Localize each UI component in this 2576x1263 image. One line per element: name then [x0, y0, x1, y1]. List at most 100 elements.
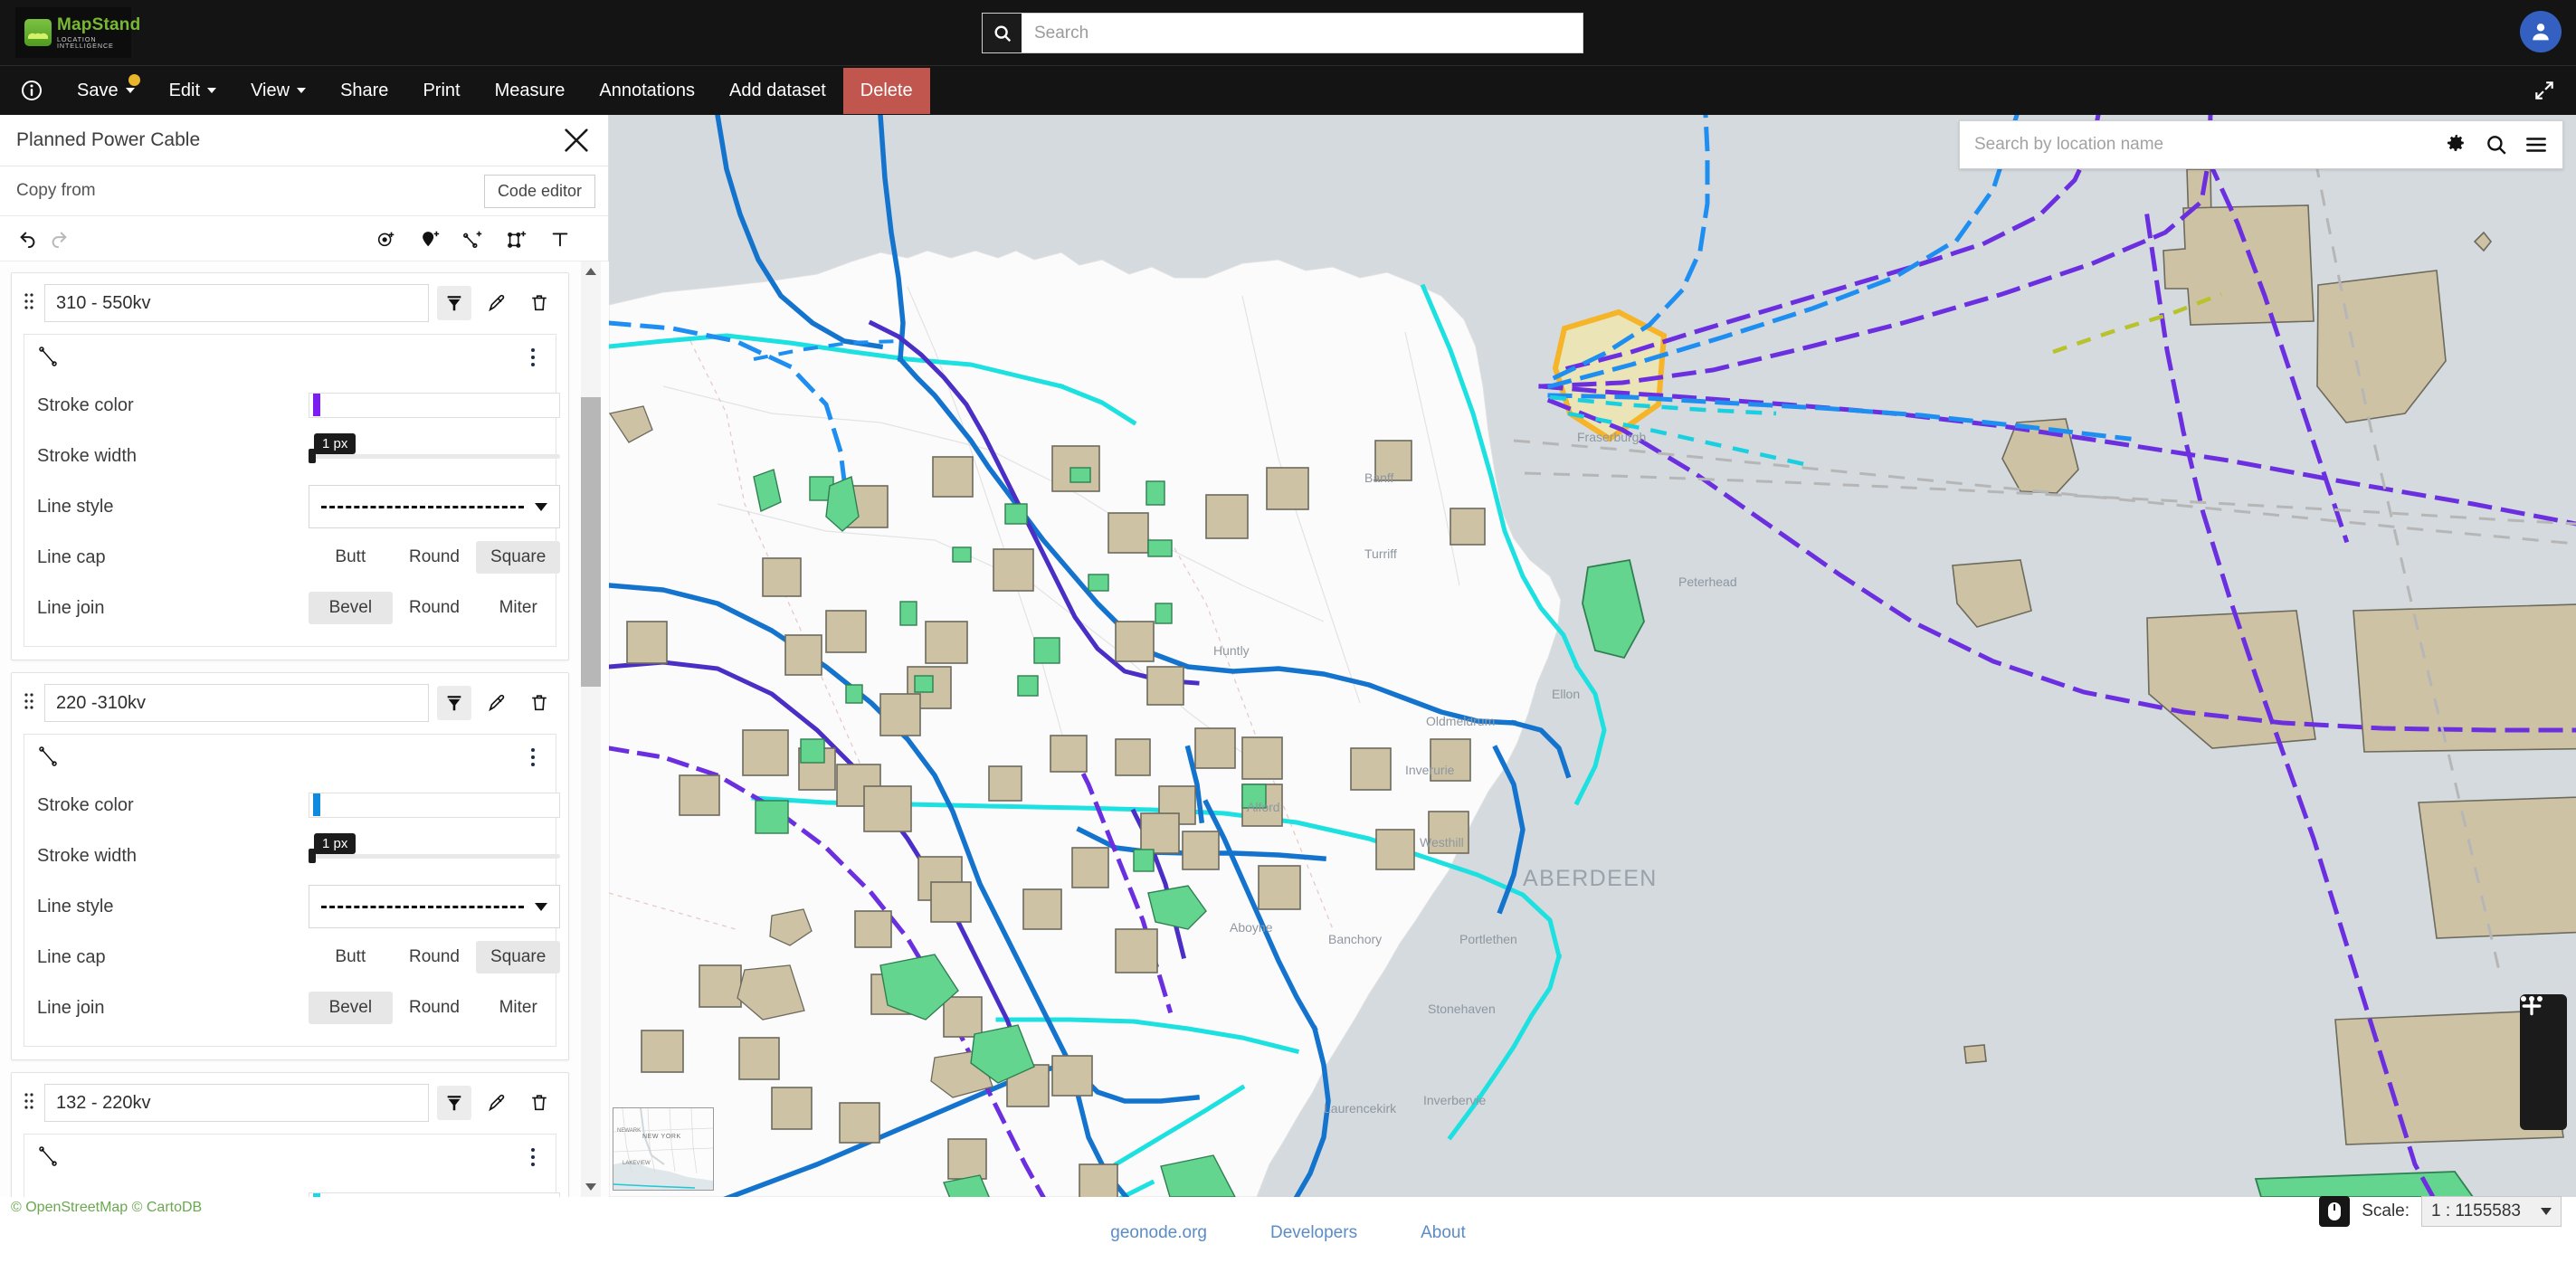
filter-icon[interactable]	[437, 1086, 471, 1120]
layer-name-input[interactable]	[44, 1084, 429, 1122]
map-canvas[interactable]: Banff Fraserburgh Turriff Huntly Peterhead El…	[609, 115, 2576, 1197]
map-location-search	[1959, 120, 2563, 169]
stroke-color-label: Stroke color	[37, 1195, 309, 1198]
layer-list[interactable]: Stroke color Stroke width	[0, 261, 609, 1197]
footer-link-developers[interactable]: Developers	[1270, 1223, 1357, 1243]
add-polygon-icon[interactable]	[501, 223, 532, 254]
footer-link-about[interactable]: About	[1421, 1223, 1466, 1243]
line-join-miter[interactable]: Miter	[476, 992, 560, 1024]
layer-name-input[interactable]	[44, 684, 429, 722]
line-join-label: Line join	[37, 597, 105, 618]
info-icon[interactable]	[16, 75, 47, 106]
stroke-width-slider[interactable]: 1 px	[309, 833, 560, 868]
line-join-round[interactable]: Round	[393, 592, 477, 624]
mouse-icon[interactable]	[2319, 1196, 2351, 1227]
code-editor-button[interactable]: Code editor	[483, 174, 595, 208]
filter-icon[interactable]	[437, 686, 471, 720]
brand-logo[interactable]: MapStand LOCATION INTELLIGENCE	[15, 7, 140, 58]
add-marker-icon[interactable]	[414, 223, 445, 254]
line-cap-butt[interactable]: Butt	[309, 541, 393, 574]
menu-item-annotations[interactable]: Annotations	[582, 73, 712, 109]
scrollbar-thumb[interactable]	[581, 397, 601, 687]
menu-label: Print	[423, 80, 461, 100]
line-style-select[interactable]	[309, 885, 560, 928]
minimap-label-newark: NEWARK	[617, 1128, 642, 1134]
line-cap-square[interactable]: Square	[476, 541, 561, 574]
more-options-icon[interactable]	[2521, 996, 2562, 1121]
search-icon[interactable]	[983, 14, 1022, 52]
chevron-down-icon[interactable]	[581, 1177, 601, 1197]
menu-item-print[interactable]: Print	[405, 73, 477, 109]
brand-tagline: LOCATION INTELLIGENCE	[57, 34, 114, 50]
stroke-color-swatch[interactable]	[313, 1193, 320, 1197]
trash-icon[interactable]	[522, 286, 556, 320]
style-editor-header	[37, 1144, 543, 1180]
trash-icon[interactable]	[522, 1086, 556, 1120]
add-text-icon[interactable]	[545, 223, 575, 254]
menu-label: Annotations	[599, 80, 696, 100]
menu-item-edit[interactable]: Edit	[152, 73, 233, 109]
chevron-up-icon[interactable]	[581, 261, 601, 281]
menu-item-view[interactable]: View	[233, 73, 323, 109]
line-cap-butt[interactable]: Butt	[309, 941, 393, 973]
stroke-width-slider[interactable]: 1 px	[309, 433, 560, 468]
add-line-icon[interactable]	[458, 223, 489, 254]
menu-label: Add dataset	[729, 80, 826, 100]
expand-icon[interactable]	[2533, 79, 2556, 102]
line-symbol-icon	[37, 1144, 64, 1173]
zoom-out-icon[interactable]	[2522, 1004, 2562, 1080]
filter-icon[interactable]	[437, 286, 471, 320]
layer-list-inner: Stroke color Stroke width	[0, 261, 609, 1197]
line-join-miter[interactable]: Miter	[476, 592, 560, 624]
minimap-inset[interactable]: NEWARK NEW YORK LAKEVIEW	[613, 1107, 714, 1191]
layer-name-input[interactable]	[44, 284, 429, 322]
stroke-color-swatch[interactable]	[313, 394, 320, 416]
layer-card: Stroke color Stroke width	[11, 672, 569, 1060]
line-cap-round[interactable]: Round	[393, 941, 477, 973]
menu-item-share[interactable]: Share	[323, 73, 405, 109]
kebab-menu-icon[interactable]	[523, 344, 543, 371]
hamburger-menu-icon[interactable]	[2524, 133, 2548, 157]
panel-scrollbar[interactable]	[581, 261, 601, 1197]
page-title: Planned Power Cable	[16, 129, 201, 150]
menu-item-save[interactable]: Save	[60, 73, 152, 109]
trash-icon[interactable]	[522, 686, 556, 720]
pencil-icon[interactable]	[480, 686, 514, 720]
footer-link-geonode[interactable]: geonode.org	[1110, 1223, 1207, 1243]
line-join-bevel[interactable]: Bevel	[309, 592, 393, 624]
chevron-down-icon	[535, 902, 547, 911]
map-search-input[interactable]	[1974, 135, 2429, 155]
line-cap-label: Line cap	[37, 546, 106, 567]
redo-icon[interactable]	[43, 223, 74, 254]
attribution-text[interactable]: © OpenStreetMap © CartoDB	[11, 1200, 202, 1215]
line-style-row: Line style	[37, 881, 560, 932]
drag-handle-icon[interactable]	[24, 691, 36, 716]
menu-label: Measure	[494, 80, 566, 100]
menu-item-measure[interactable]: Measure	[478, 73, 583, 109]
line-cap-round[interactable]: Round	[393, 541, 477, 574]
pencil-icon[interactable]	[480, 286, 514, 320]
menu-item-add-dataset[interactable]: Add dataset	[712, 73, 843, 109]
line-join-bevel[interactable]: Bevel	[309, 992, 393, 1024]
drag-handle-icon[interactable]	[24, 1091, 36, 1116]
add-circle-icon[interactable]	[371, 223, 402, 254]
kebab-menu-icon[interactable]	[523, 744, 543, 771]
menu-label: Share	[340, 80, 389, 100]
search-input[interactable]	[1022, 14, 1583, 52]
gear-icon[interactable]	[2445, 133, 2468, 157]
search-icon[interactable]	[2485, 133, 2508, 157]
kebab-menu-icon[interactable]	[523, 1144, 543, 1171]
close-icon[interactable]	[561, 125, 592, 156]
top-bar: MapStand LOCATION INTELLIGENCE	[0, 0, 2576, 66]
stroke-color-swatch[interactable]	[313, 793, 320, 816]
pencil-icon[interactable]	[480, 1086, 514, 1120]
drag-handle-icon[interactable]	[24, 291, 36, 316]
style-editor-header	[37, 744, 543, 780]
undo-icon[interactable]	[13, 223, 43, 254]
line-style-select[interactable]	[309, 485, 560, 528]
user-avatar-icon[interactable]	[2520, 11, 2562, 52]
line-cap-square[interactable]: Square	[476, 941, 561, 973]
menu-item-delete[interactable]: Delete	[842, 67, 930, 114]
scale-select[interactable]: 1 : 1155583	[2421, 1196, 2562, 1227]
line-join-round[interactable]: Round	[393, 992, 477, 1024]
